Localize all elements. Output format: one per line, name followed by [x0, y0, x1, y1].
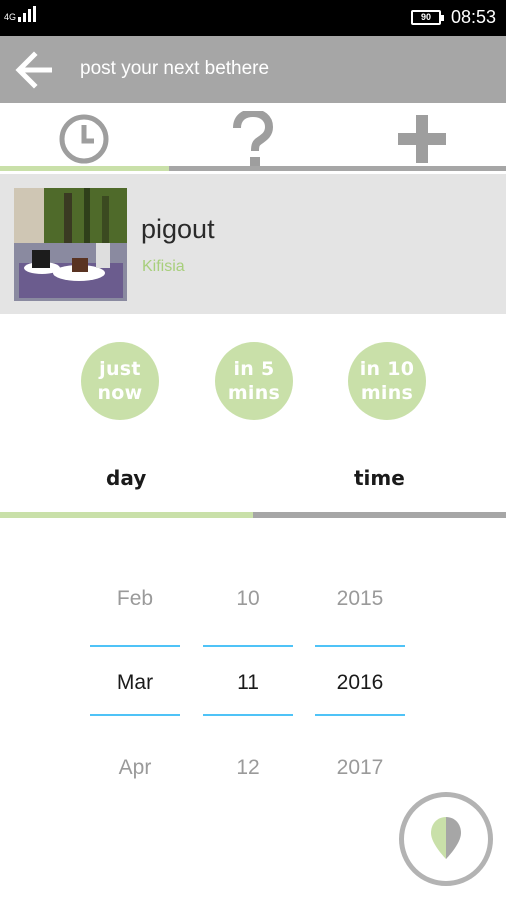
question-icon [233, 111, 274, 166]
day-prev[interactable]: 10 [203, 587, 293, 611]
segment-indicator-active [0, 512, 253, 518]
segment-indicator-track [253, 512, 506, 518]
just-now-button[interactable]: just now [81, 342, 159, 420]
place-name: pigout [141, 214, 215, 244]
tab-question[interactable] [169, 103, 337, 175]
in-5-mins-button[interactable]: in 5 mins [215, 342, 293, 420]
tab-bar [0, 103, 506, 175]
in-10-mins-button[interactable]: in 10 mins [348, 342, 426, 420]
arrow-left-icon[interactable] [14, 50, 56, 90]
in-5-mins-line1: in 5 [233, 358, 275, 380]
in-10-mins-line2: mins [360, 382, 414, 404]
in-10-mins-line1: in 10 [359, 358, 415, 380]
year-current[interactable]: 2016 [315, 671, 405, 695]
day-current[interactable]: 11 [203, 671, 293, 695]
network-type: 4G [4, 12, 17, 22]
tab-indicator-track [169, 166, 506, 171]
page-title: post your next bethere [80, 58, 270, 79]
status-bar: 4G 90 08:53 [0, 0, 506, 36]
year-next[interactable]: 2017 [315, 756, 405, 780]
just-now-line1: just [99, 358, 141, 380]
year-divider-top [315, 645, 405, 647]
location-pin-icon [431, 817, 461, 859]
place-location: Kifisia [142, 258, 185, 275]
place-photo [14, 188, 127, 301]
post-location-button[interactable] [399, 792, 493, 886]
app-bar: post your next bethere [0, 36, 506, 103]
signal-icon [18, 6, 37, 22]
clock-icon [59, 114, 109, 164]
month-next[interactable]: Apr [90, 756, 180, 780]
day-divider-bottom [203, 714, 293, 716]
month-divider-top [90, 645, 180, 647]
month-prev[interactable]: Feb [90, 587, 180, 611]
battery-icon: 90 [410, 10, 444, 25]
plus-icon [398, 115, 446, 163]
tab-day[interactable]: day [106, 466, 146, 490]
signal-indicator: 4G [4, 6, 37, 22]
day-divider-top [203, 645, 293, 647]
month-divider-bottom [90, 714, 180, 716]
tab-time[interactable] [0, 103, 168, 175]
status-time: 08:53 [450, 7, 496, 27]
day-next[interactable]: 12 [203, 756, 293, 780]
just-now-line2: now [97, 382, 143, 404]
tab-add[interactable] [338, 103, 506, 175]
year-prev[interactable]: 2015 [315, 587, 405, 611]
in-5-mins-line2: mins [227, 382, 281, 404]
month-current[interactable]: Mar [90, 671, 180, 695]
tab-indicator-active [0, 166, 169, 171]
tab-time-picker[interactable]: time [354, 466, 405, 490]
place-card[interactable]: pigout Kifisia [0, 174, 506, 314]
year-divider-bottom [315, 714, 405, 716]
